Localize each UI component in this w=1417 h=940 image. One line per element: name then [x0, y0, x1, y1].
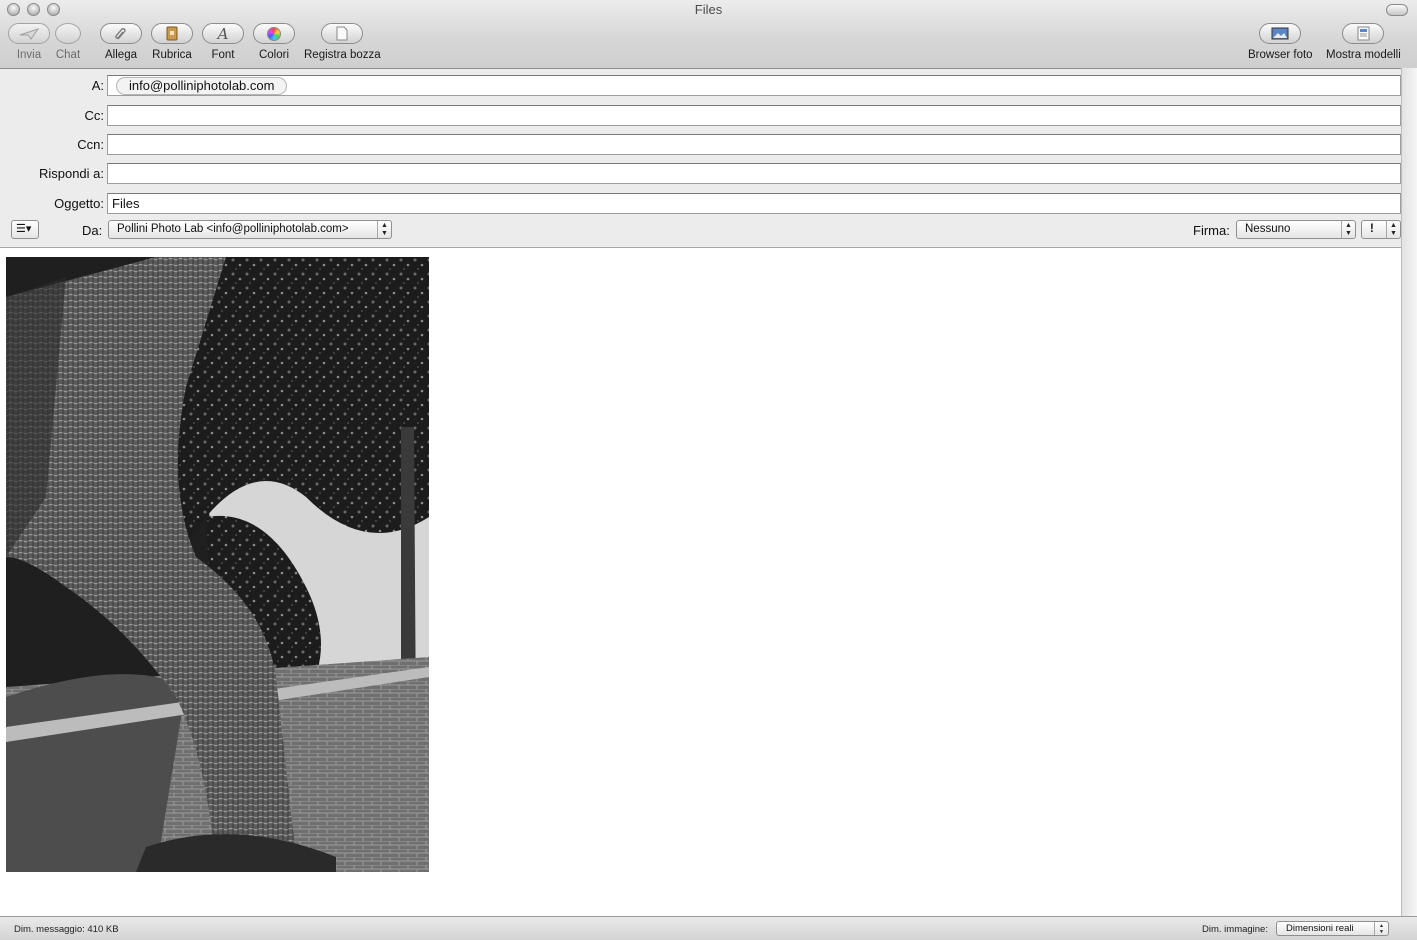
fonts-button[interactable]: A Font: [202, 23, 244, 61]
popup-arrows-icon: ▲ ▼: [1341, 221, 1355, 238]
subject-label: Oggetto:: [54, 196, 104, 211]
recipient-token[interactable]: info@polliniphotolab.com: [116, 77, 288, 95]
reply-to-row: Rispondi a:: [0, 162, 1401, 186]
bcc-row: Ccn:: [0, 133, 1401, 157]
fonts-label: Font: [211, 49, 235, 61]
from-account-value: Pollini Photo Lab <info@polliniphotolab.…: [117, 223, 349, 235]
colors-label: Colori: [258, 49, 290, 61]
cc-row: Cc:: [0, 104, 1401, 128]
address-book-icon: [151, 23, 193, 44]
message-body[interactable]: [0, 248, 1401, 915]
show-stationery-label: Mostra modelli: [1326, 49, 1401, 61]
photo-attachment[interactable]: [6, 257, 429, 872]
image-size-value: Dimensioni reali: [1286, 923, 1354, 934]
list-menu-icon: ☰▾: [16, 223, 32, 235]
photo-icon: [1259, 23, 1302, 44]
stationery-icon: [1342, 23, 1385, 44]
font-icon: A: [202, 23, 244, 44]
from-account-popup[interactable]: Pollini Photo Lab <info@polliniphotolab.…: [108, 220, 392, 239]
header-options-menu[interactable]: ☰▾: [11, 220, 39, 239]
signature-value: Nessuno: [1245, 223, 1291, 235]
paper-plane-icon: [8, 23, 50, 44]
to-row: A: info@polliniphotolab.com: [0, 74, 1401, 98]
subject-row: Oggetto: Files: [0, 192, 1401, 216]
mail-compose-window: Files Invia Chat Allega Rubrica A Font C…: [0, 0, 1417, 940]
bcc-field[interactable]: [107, 134, 1401, 155]
message-size-text: Dim. messaggio: 410 KB: [14, 924, 119, 935]
cc-field[interactable]: [107, 105, 1401, 126]
paperclip-icon: [100, 23, 142, 44]
chat-bubble-icon: [55, 23, 81, 44]
popup-arrows-icon: ▲ ▼: [1386, 221, 1400, 238]
toolbar-toggle-button[interactable]: [1386, 4, 1408, 16]
photo-browser-button[interactable]: Browser foto: [1248, 23, 1313, 61]
popup-arrows-icon: ▲ ▼: [1374, 922, 1388, 935]
photo-browser-label: Browser foto: [1248, 49, 1313, 61]
address-book-label: Rubrica: [152, 49, 192, 61]
save-draft-label: Registra bozza: [304, 49, 381, 61]
vertical-scrollbar[interactable]: [1401, 68, 1417, 916]
signature-popup[interactable]: Nessuno ▲ ▼: [1236, 220, 1356, 239]
chat-button[interactable]: Chat: [55, 23, 81, 61]
reply-to-field[interactable]: [107, 163, 1401, 184]
save-draft-button[interactable]: Registra bozza: [304, 23, 381, 61]
attach-button[interactable]: Allega: [100, 23, 142, 61]
priority-icon: !: [1370, 223, 1374, 235]
priority-popup[interactable]: ! ▲ ▼: [1361, 220, 1401, 239]
bcc-label: Ccn:: [77, 137, 104, 152]
to-label: A:: [91, 78, 104, 93]
attach-label: Allega: [105, 49, 137, 61]
signature-label: Firma:: [1193, 223, 1230, 238]
subject-field[interactable]: Files: [107, 193, 1401, 214]
status-bar: Dim. messaggio: 410 KB Dim. immagine: Di…: [0, 916, 1417, 940]
tree-photo-image: [6, 257, 429, 872]
color-wheel-icon: [253, 23, 295, 44]
image-size-popup[interactable]: Dimensioni reali ▲ ▼: [1276, 921, 1389, 936]
popup-arrows-icon: ▲ ▼: [377, 221, 391, 238]
from-label: Da:: [82, 223, 103, 238]
message-header-fields: A: info@polliniphotolab.com Cc: Ccn: Ris…: [0, 69, 1401, 248]
window-title: Files: [694, 2, 723, 17]
document-icon: [321, 23, 364, 44]
chat-label: Chat: [55, 49, 81, 61]
send-button[interactable]: Invia: [8, 23, 50, 61]
reply-to-label: Rispondi a:: [38, 166, 104, 181]
address-book-button[interactable]: Rubrica: [151, 23, 193, 61]
title-bar-toolbar: Files Invia Chat Allega Rubrica A Font C…: [0, 0, 1417, 69]
image-size-label: Dim. immagine:: [1202, 924, 1268, 935]
colors-button[interactable]: Colori: [253, 23, 295, 61]
to-field[interactable]: info@polliniphotolab.com: [107, 75, 1401, 96]
send-label: Invia: [16, 49, 42, 61]
cc-label: Cc:: [84, 108, 105, 123]
show-stationery-button[interactable]: Mostra modelli: [1326, 23, 1401, 61]
